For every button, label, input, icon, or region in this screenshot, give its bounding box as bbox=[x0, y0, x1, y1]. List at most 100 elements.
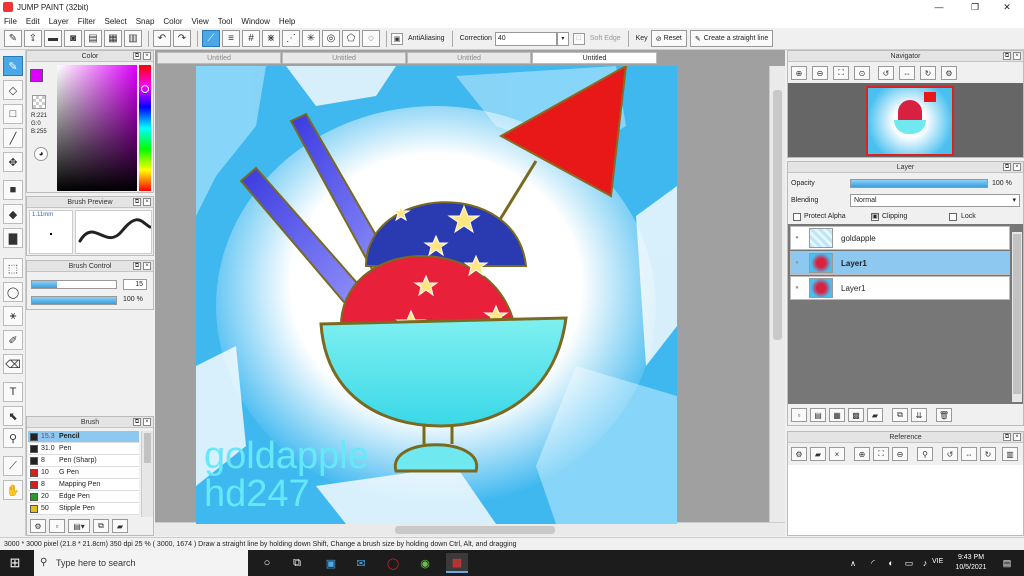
new-layer-icon[interactable]: ▫ bbox=[791, 408, 807, 422]
layer-opacity-slider[interactable] bbox=[850, 179, 988, 188]
copy-brush-icon[interactable]: ⧉ bbox=[93, 519, 109, 533]
doc-tab-2[interactable]: Untitled bbox=[282, 52, 406, 64]
input-language[interactable]: VIE bbox=[932, 558, 943, 565]
panel-close-icon[interactable]: × bbox=[143, 418, 151, 426]
panel-close-icon[interactable]: × bbox=[1013, 163, 1021, 171]
ruler-concentric-icon[interactable]: ◌ bbox=[362, 30, 380, 47]
zoom-out-icon[interactable]: ⊖ bbox=[812, 66, 828, 80]
select-pen-tool-icon[interactable]: ✐ bbox=[3, 330, 23, 350]
close-button[interactable]: ✕ bbox=[990, 0, 1024, 14]
export-icon[interactable]: ⇪ bbox=[24, 30, 42, 47]
ruler-focus-icon[interactable]: ⋇ bbox=[262, 30, 280, 47]
ruler-grid-icon[interactable]: # bbox=[242, 30, 260, 47]
brush-list-scrollbar[interactable] bbox=[141, 431, 153, 517]
pipette-tool-icon[interactable]: ⟋ bbox=[3, 456, 23, 476]
clock[interactable]: 9:43 PM 10/5/2021 bbox=[954, 553, 988, 573]
magic-wand-tool-icon[interactable]: ⚹ bbox=[3, 306, 23, 326]
scroll-thumb[interactable] bbox=[144, 433, 151, 463]
reference-rotate-right-icon[interactable]: ↻ bbox=[980, 447, 996, 461]
menu-window[interactable]: Window bbox=[241, 17, 269, 26]
merge-layer-icon[interactable]: ⇊ bbox=[911, 408, 927, 422]
brush-item[interactable]: 10 G Pen bbox=[28, 467, 139, 479]
store-icon[interactable]: ▣ bbox=[320, 553, 342, 573]
reference-settings-icon[interactable]: ⚙ bbox=[791, 447, 807, 461]
speech-icon[interactable]: ◙ bbox=[64, 30, 82, 47]
operation-tool-icon[interactable]: ⬉ bbox=[3, 406, 23, 426]
eyedropper-tool-icon[interactable]: ⚲ bbox=[3, 428, 23, 448]
brush-item[interactable]: 8 Mapping Pen bbox=[28, 479, 139, 491]
brush-size-value[interactable]: 15 bbox=[123, 279, 147, 290]
move-tool-icon[interactable]: ✥ bbox=[3, 152, 23, 172]
scroll-thumb[interactable] bbox=[395, 526, 555, 534]
doc-tab-1[interactable]: Untitled bbox=[157, 52, 281, 64]
panel-float-icon[interactable]: ⧉ bbox=[1003, 163, 1011, 171]
zoom-reset-icon[interactable]: ⊙ bbox=[854, 66, 870, 80]
task-view-icon[interactable]: ⧉ bbox=[286, 553, 308, 573]
fill-rect-tool-icon[interactable]: ■ bbox=[3, 180, 23, 200]
folder-icon[interactable]: ▰ bbox=[867, 408, 883, 422]
ruler-parallel-icon[interactable]: ≡ bbox=[222, 30, 240, 47]
panel-float-icon[interactable]: ⧉ bbox=[1003, 433, 1011, 441]
lasso-tool-icon[interactable]: ◯ bbox=[3, 282, 23, 302]
fit-screen-icon[interactable]: ⛶ bbox=[833, 66, 849, 80]
menu-edit[interactable]: Edit bbox=[26, 17, 40, 26]
ruler-straight-icon[interactable]: ⟋ bbox=[202, 30, 220, 47]
brush-item[interactable]: 8 Pen (Sharp) bbox=[28, 455, 139, 467]
rotate-left-icon[interactable]: ↺ bbox=[878, 66, 894, 80]
canvas-vertical-scrollbar[interactable] bbox=[769, 66, 785, 522]
maximize-button[interactable]: ❐ bbox=[958, 0, 992, 14]
foreground-color-swatch[interactable] bbox=[30, 69, 43, 82]
reference-close-icon[interactable]: × bbox=[829, 447, 845, 461]
new-brush-icon[interactable]: ▫ bbox=[49, 519, 65, 533]
notifications-icon[interactable]: ▤ bbox=[996, 553, 1018, 573]
copy-layer-icon[interactable]: ⧉ bbox=[892, 408, 908, 422]
navigator-viewport[interactable] bbox=[866, 86, 954, 156]
pages-icon[interactable]: ▦ bbox=[104, 30, 122, 47]
doc-tab-active[interactable]: Untitled bbox=[532, 52, 657, 64]
brush-item[interactable]: 15.3 Pencil bbox=[28, 431, 139, 443]
brush-item[interactable]: 31.0 Pen bbox=[28, 443, 139, 455]
visibility-icon[interactable]: ● bbox=[791, 260, 803, 266]
select-eraser-tool-icon[interactable]: ⌫ bbox=[3, 354, 23, 374]
layer-list-scrollbar[interactable] bbox=[1012, 232, 1022, 402]
brush-settings-icon[interactable]: ⚙ bbox=[30, 519, 46, 533]
ruler-curve-icon[interactable]: ⬠ bbox=[342, 30, 360, 47]
bucket-tool-icon[interactable]: ◆ bbox=[3, 204, 23, 224]
panel-close-icon[interactable]: × bbox=[1013, 52, 1021, 60]
panel-float-icon[interactable]: ⧉ bbox=[1003, 52, 1011, 60]
navigator-settings-icon[interactable]: ⚙ bbox=[941, 66, 957, 80]
panel-float-icon[interactable]: ⧉ bbox=[133, 198, 141, 206]
comment-icon[interactable]: ▬ bbox=[44, 30, 62, 47]
document-icon[interactable]: ▥ bbox=[124, 30, 142, 47]
page-icon[interactable]: ▤ bbox=[84, 30, 102, 47]
rotate-right-icon[interactable]: ↻ bbox=[920, 66, 936, 80]
pattern-layer-icon[interactable]: ▩ bbox=[848, 408, 864, 422]
tone-layer-icon[interactable]: ▦ bbox=[829, 408, 845, 422]
hue-slider[interactable] bbox=[139, 65, 151, 191]
correction-dropdown-icon[interactable]: ▾ bbox=[556, 31, 569, 46]
doc-tab-3[interactable]: Untitled bbox=[407, 52, 531, 64]
clipping-checkbox[interactable]: ▣ bbox=[871, 213, 879, 221]
create-straight-line-button[interactable]: ✎ Create a straight line bbox=[689, 30, 774, 47]
menu-tool[interactable]: Tool bbox=[218, 17, 233, 26]
reference-zoom-in-icon[interactable]: ⊕ bbox=[854, 447, 870, 461]
ruler-radial-icon[interactable]: ✳ bbox=[302, 30, 320, 47]
scroll-thumb[interactable] bbox=[1013, 234, 1021, 394]
antialiasing-checkbox[interactable]: ▣ bbox=[391, 32, 403, 45]
reference-eyedropper-icon[interactable]: ⚲ bbox=[917, 447, 933, 461]
lock-checkbox[interactable] bbox=[949, 213, 957, 221]
panel-close-icon[interactable]: × bbox=[143, 262, 151, 270]
text-tool-icon[interactable]: T bbox=[3, 382, 23, 402]
protect-alpha-checkbox[interactable] bbox=[793, 213, 801, 221]
drawing-canvas[interactable]: goldapple hd247 bbox=[196, 66, 677, 524]
blending-dropdown[interactable]: Normal ▾ bbox=[850, 194, 1020, 207]
hue-slider-handle[interactable] bbox=[141, 85, 149, 93]
panel-float-icon[interactable]: ⧉ bbox=[133, 262, 141, 270]
layer-row-selected[interactable]: ● Layer1 bbox=[790, 251, 1010, 275]
panel-close-icon[interactable]: × bbox=[143, 198, 151, 206]
reference-zoom-out-icon[interactable]: ⊖ bbox=[892, 447, 908, 461]
visibility-icon[interactable]: ● bbox=[791, 235, 803, 241]
menu-select[interactable]: Select bbox=[104, 17, 126, 26]
soft-edge-checkbox[interactable]: □ bbox=[572, 32, 585, 45]
hand-tool-icon[interactable]: ✋ bbox=[3, 480, 23, 500]
